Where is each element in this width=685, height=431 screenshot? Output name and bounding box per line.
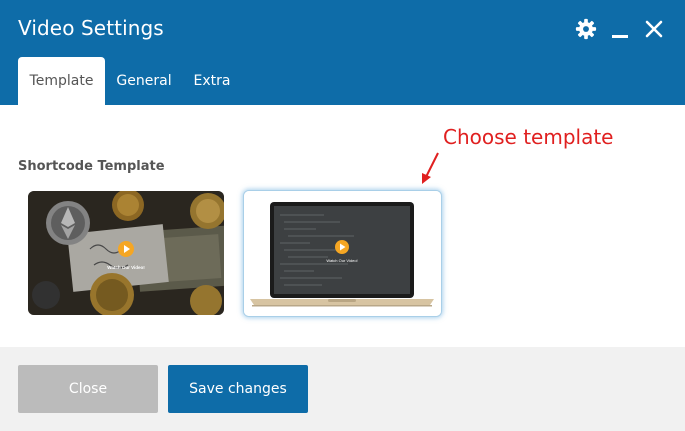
template-crypto-preview: Watch Our Video! (28, 191, 224, 315)
window-controls (575, 18, 665, 40)
dialog-footer: Close Save changes (0, 347, 685, 431)
tab-extra[interactable]: Extra (183, 57, 241, 105)
save-changes-button[interactable]: Save changes (168, 365, 308, 413)
template-option-crypto[interactable]: Watch Our Video! (28, 191, 224, 315)
close-icon[interactable] (643, 18, 665, 40)
close-button[interactable]: Close (18, 365, 158, 413)
tab-general[interactable]: General (105, 57, 183, 105)
tab-bar: Template General Extra (18, 57, 241, 105)
template-crypto-caption: Watch Our Video! (107, 265, 145, 270)
tab-template[interactable]: Template (18, 57, 105, 105)
template-laptop-caption: Watch Our Video! (326, 258, 357, 263)
gear-icon[interactable] (575, 18, 597, 40)
dialog-content: Choose template Shortcode Template Watch… (0, 105, 685, 347)
section-label: Shortcode Template (18, 159, 165, 174)
minimize-icon[interactable] (609, 18, 631, 40)
annotation-arrow-icon (422, 152, 439, 184)
annotation-text: Choose template (443, 125, 614, 149)
dialog-header: Video Settings Template General Extra (0, 0, 685, 105)
template-laptop-preview: Watch Our Video! (244, 191, 441, 316)
template-option-laptop[interactable]: Watch Our Video! (243, 190, 442, 317)
dialog-title: Video Settings (18, 16, 164, 40)
